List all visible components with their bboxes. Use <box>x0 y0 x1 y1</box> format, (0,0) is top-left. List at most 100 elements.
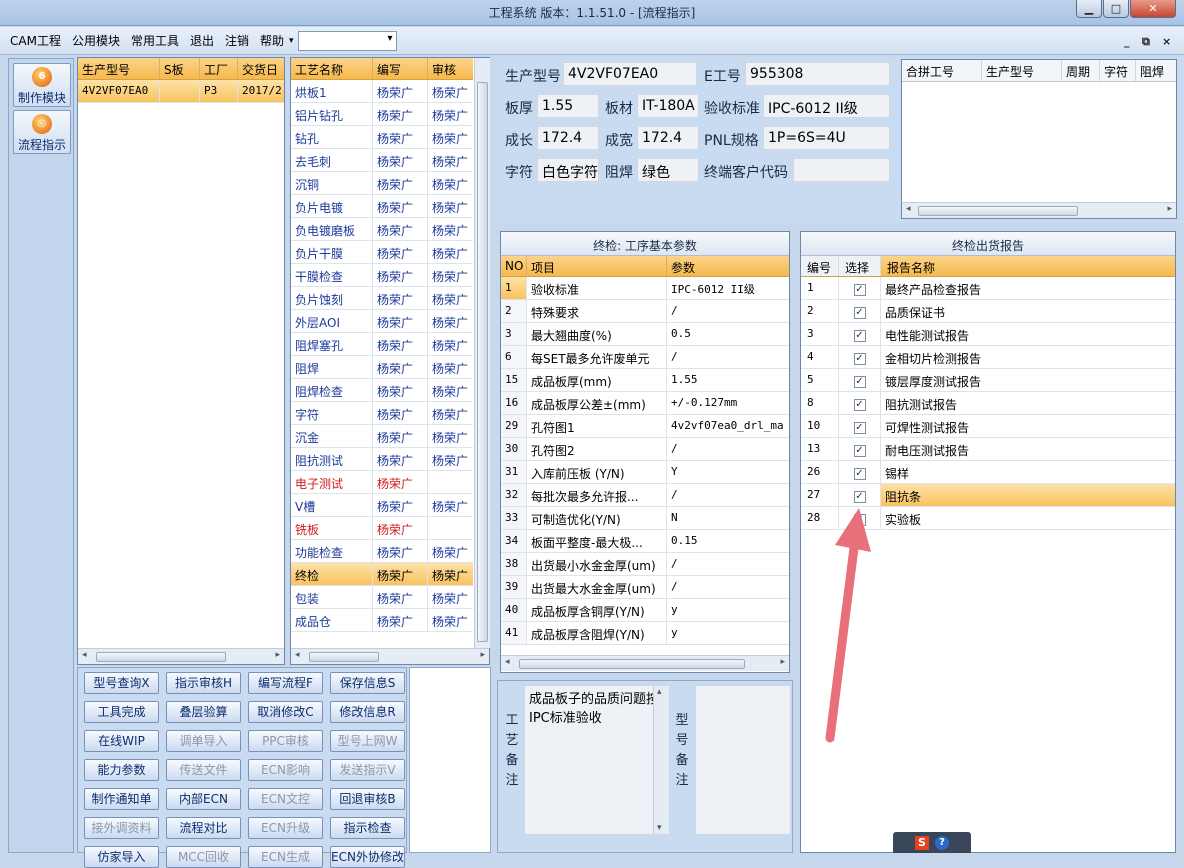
scroll-right-icon[interactable]: ▸ <box>780 657 785 667</box>
menu-common-tools[interactable]: 常用工具 <box>131 32 179 49</box>
report-checkbox[interactable]: ✓ <box>853 399 866 411</box>
table-row[interactable]: 阻焊检查 杨荣广 杨荣广 <box>291 379 473 402</box>
table-row[interactable]: 3 ✓ 电性能测试报告 <box>801 323 1175 346</box>
scroll-left-icon[interactable]: ◂ <box>505 657 510 667</box>
scroll-left-icon[interactable]: ◂ <box>295 650 300 660</box>
menu-logout[interactable]: 注销 <box>225 32 249 49</box>
scroll-down-icon[interactable]: ▾ <box>657 823 662 833</box>
table-row[interactable]: 1 ✓ 最终产品检查报告 <box>801 277 1175 300</box>
scroll-thumb[interactable] <box>477 82 488 642</box>
toolbar-combo[interactable] <box>297 30 397 51</box>
action-button-27[interactable]: ECN生成 <box>248 846 323 868</box>
action-button-16[interactable]: 发送指示V <box>330 759 405 781</box>
col-combine-mask[interactable]: 阻焊 <box>1136 60 1176 81</box>
table-row[interactable]: 字符 杨荣广 杨荣广 <box>291 402 473 425</box>
close-button[interactable]: ✕ <box>1130 0 1176 18</box>
scroll-thumb[interactable] <box>519 659 745 669</box>
menu-cam[interactable]: CAM工程 <box>10 32 61 49</box>
scroll-thumb[interactable] <box>918 206 1078 216</box>
col-s-board[interactable]: S板 <box>160 58 200 79</box>
material-value[interactable]: IT-180A <box>637 94 699 118</box>
col-combine-no[interactable]: 合拼工号 <box>902 60 982 81</box>
table-row[interactable]: 电子测试 杨荣广 <box>291 471 473 494</box>
report-checkbox[interactable]: ✓ <box>853 353 866 365</box>
table-row[interactable]: 40 成品板厚含铜厚(Y/N) y <box>501 599 789 622</box>
combine-hscroll[interactable]: ◂ ▸ <box>902 202 1176 218</box>
scroll-thumb[interactable] <box>96 652 226 662</box>
col-model[interactable]: 生产型号 <box>78 58 160 79</box>
action-button-24[interactable]: 指示检查 <box>330 817 405 839</box>
table-row[interactable]: 去毛刺 杨荣广 杨荣广 <box>291 149 473 172</box>
report-checkbox[interactable]: ✓ <box>853 422 866 434</box>
customer-value[interactable] <box>793 158 890 182</box>
table-row[interactable]: 负片蚀刻 杨荣广 杨荣广 <box>291 287 473 310</box>
action-button-26[interactable]: MCC回收 <box>166 846 241 868</box>
col-combine-model[interactable]: 生产型号 <box>982 60 1062 81</box>
table-row[interactable]: 10 ✓ 可焊性测试报告 <box>801 415 1175 438</box>
table-row[interactable]: 29 孔符图1 4v2vf07ea0_drl_ma <box>501 415 789 438</box>
menu-public-module[interactable]: 公用模块 <box>72 32 120 49</box>
table-row[interactable]: 39 出货最大水金金厚(um) / <box>501 576 789 599</box>
remark-vscroll[interactable]: ▴ ▾ <box>653 686 669 834</box>
sogou-icon[interactable]: S <box>915 835 929 850</box>
table-row[interactable]: 外层AOI 杨荣广 杨荣广 <box>291 310 473 333</box>
table-row[interactable]: 烘板1 杨荣广 杨荣广 <box>291 80 473 103</box>
report-checkbox[interactable]: ✓ <box>853 445 866 457</box>
table-row[interactable]: 阻抗测试 杨荣广 杨荣广 <box>291 448 473 471</box>
report-checkbox[interactable]: ✓ <box>853 307 866 319</box>
width-value[interactable]: 172.4 <box>637 126 699 150</box>
table-row[interactable]: 铝片钻孔 杨荣广 杨荣广 <box>291 103 473 126</box>
col-report-no[interactable]: 编号 <box>801 256 839 276</box>
table-row[interactable]: 铣板 杨荣广 <box>291 517 473 540</box>
table-row[interactable]: 成品仓 杨荣广 杨荣广 <box>291 609 473 632</box>
action-button-15[interactable]: ECN影响 <box>248 759 323 781</box>
e-no-value[interactable]: 955308 <box>745 62 890 86</box>
action-button-23[interactable]: ECN升级 <box>248 817 323 839</box>
standard-value[interactable]: IPC-6012 II级 <box>763 94 890 118</box>
report-checkbox[interactable]: ✓ <box>853 284 866 296</box>
table-row[interactable]: 38 出货最小水金金厚(um) / <box>501 553 789 576</box>
table-row[interactable]: 33 可制造优化(Y/N) N <box>501 507 789 530</box>
col-process-name[interactable]: 工艺名称 <box>291 58 373 79</box>
table-row[interactable]: 34 板面平整度-最大极... 0.15 <box>501 530 789 553</box>
action-button-5[interactable]: 工具完成 <box>84 701 159 723</box>
process-vscroll[interactable] <box>474 58 490 648</box>
action-button-3[interactable]: 编写流程F <box>248 672 323 694</box>
table-row[interactable]: 钻孔 杨荣广 杨荣广 <box>291 126 473 149</box>
table-row[interactable]: 31 入库前压板 (Y/N) Y <box>501 461 789 484</box>
action-button-22[interactable]: 流程对比 <box>166 817 241 839</box>
mdi-restore-button[interactable]: ⧉ <box>1142 35 1150 49</box>
col-no[interactable]: NO <box>501 256 527 276</box>
action-button-8[interactable]: 修改信息R <box>330 701 405 723</box>
action-button-17[interactable]: 制作通知单 <box>84 788 159 810</box>
table-row[interactable]: 负片电镀 杨荣广 杨荣广 <box>291 195 473 218</box>
action-button-7[interactable]: 取消修改C <box>248 701 323 723</box>
table-row[interactable]: 26 ✓ 锡样 <box>801 461 1175 484</box>
table-row[interactable]: 阻焊塞孔 杨荣广 杨荣广 <box>291 333 473 356</box>
table-row[interactable]: 15 成品板厚(mm) 1.55 <box>501 369 789 392</box>
table-row[interactable]: 16 成品板厚公差±(mm) +/-0.127mm <box>501 392 789 415</box>
action-button-1[interactable]: 型号查询X <box>84 672 159 694</box>
col-combine-cycle[interactable]: 周期 <box>1062 60 1100 81</box>
nav-make-module[interactable]: 6 制作模块 <box>13 63 71 107</box>
table-row[interactable]: 沉金 杨荣广 杨荣广 <box>291 425 473 448</box>
table-row[interactable]: 包装 杨荣广 杨荣广 <box>291 586 473 609</box>
table-row[interactable]: 4V2VF07EA0 P3 2017/2 <box>78 80 284 103</box>
mdi-close-button[interactable]: × <box>1162 35 1171 48</box>
process-hscroll[interactable]: ◂ ▸ <box>291 648 489 664</box>
table-row[interactable]: 8 ✓ 阻抗测试报告 <box>801 392 1175 415</box>
menu-help[interactable]: 帮助 <box>260 32 284 49</box>
table-row[interactable]: 终检 杨荣广 杨荣广 <box>291 563 473 586</box>
action-button-14[interactable]: 传送文件 <box>166 759 241 781</box>
col-report-name[interactable]: 报告名称 <box>881 256 1175 276</box>
pnl-value[interactable]: 1P=6S=4U <box>763 126 890 150</box>
action-button-19[interactable]: ECN文控 <box>248 788 323 810</box>
table-row[interactable]: 2 ✓ 品质保证书 <box>801 300 1175 323</box>
action-button-11[interactable]: PPC审核 <box>248 730 323 752</box>
help-icon[interactable]: ? <box>935 835 949 850</box>
col-item[interactable]: 项目 <box>527 256 667 276</box>
report-checkbox[interactable]: ✓ <box>853 468 866 480</box>
table-row[interactable]: 干膜检查 杨荣广 杨荣广 <box>291 264 473 287</box>
col-delivery[interactable]: 交货日 <box>238 58 284 79</box>
col-factory[interactable]: 工厂 <box>200 58 238 79</box>
